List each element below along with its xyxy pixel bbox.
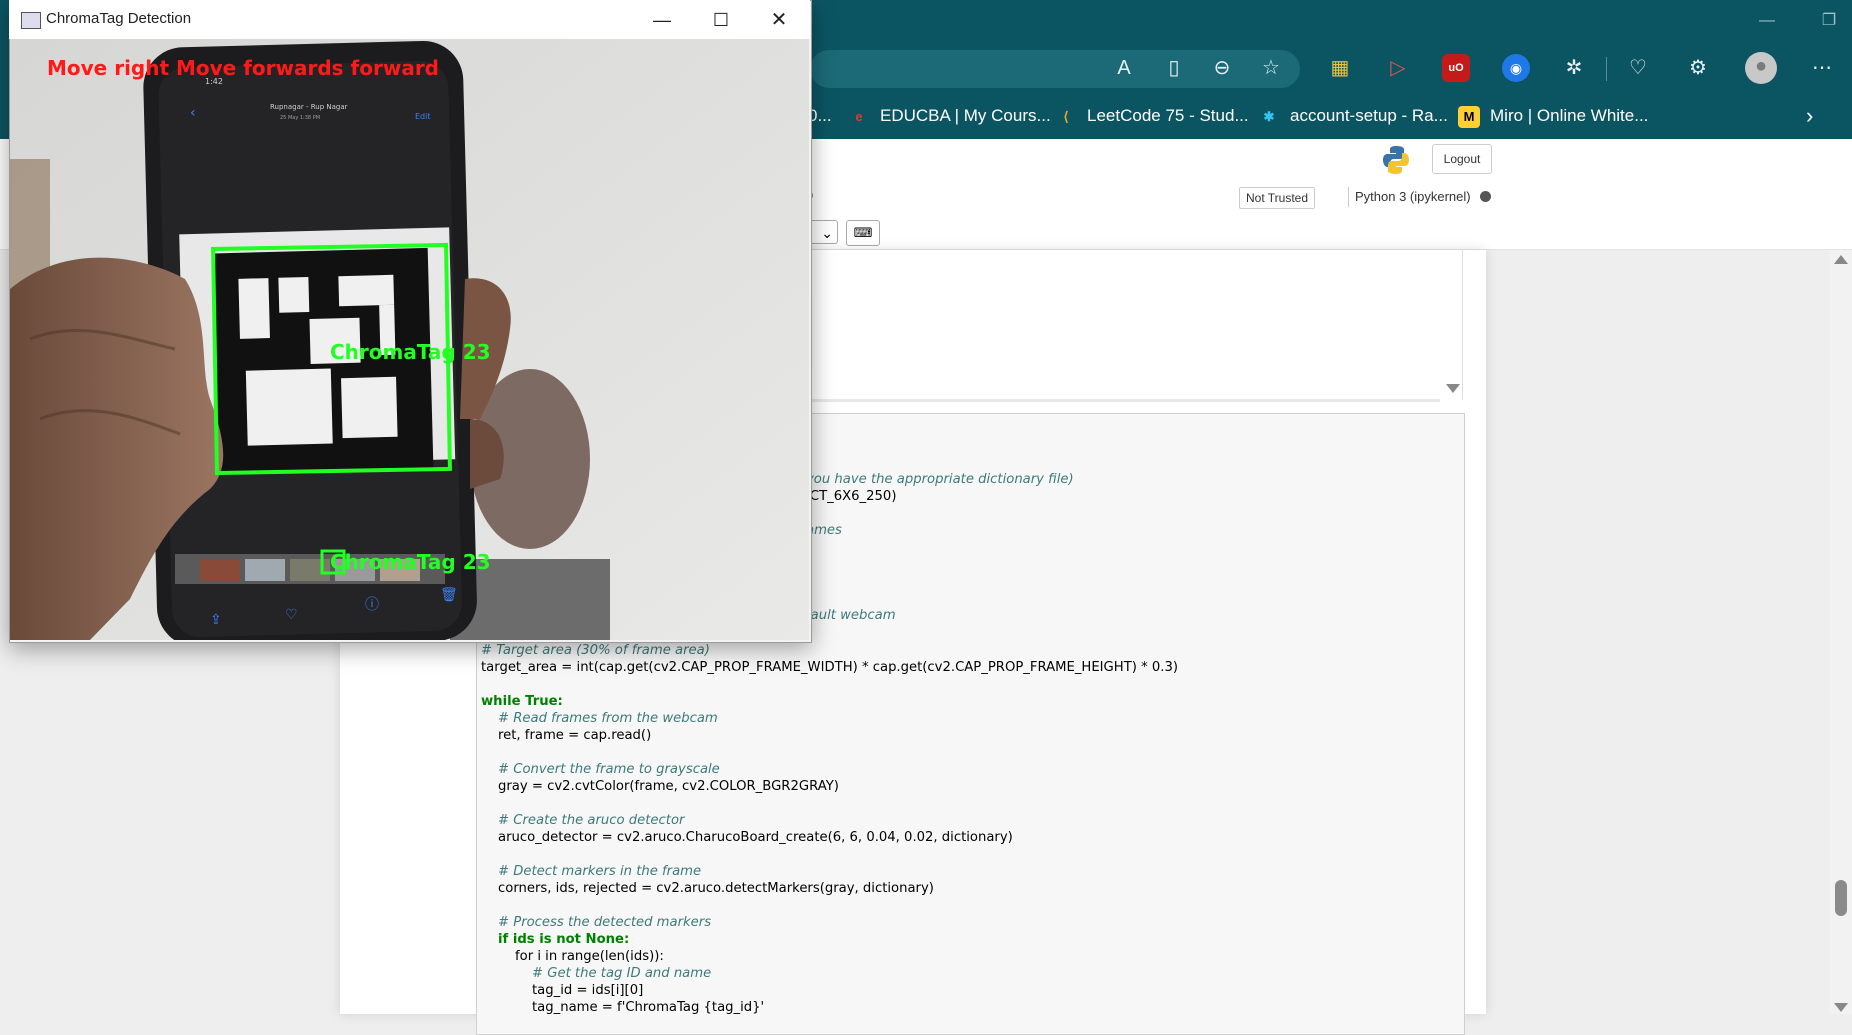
scrollbar-thumb[interactable] — [1835, 880, 1847, 916]
code-line: target_area = int(cap.get(cv2.CAP_PROP_F… — [481, 660, 1178, 675]
code-line: # Convert the frame to grayscale — [498, 762, 720, 777]
code-line: ICT_6X6_250) — [806, 489, 897, 504]
code-line: corners, ids, rejected = cv2.aruco.detec… — [498, 881, 934, 896]
scroll-down-icon[interactable] — [1834, 1003, 1848, 1012]
ublock-icon[interactable]: uO — [1442, 54, 1470, 82]
bookmark-item[interactable]: ✱ account-setup - Ra... — [1258, 100, 1448, 132]
bookmark-item[interactable]: ⟨ LeetCode 75 - Stud... — [1055, 100, 1248, 132]
extension-colorful-icon[interactable]: ▦ — [1326, 54, 1354, 82]
code-line: # Get the tag ID and name — [532, 966, 712, 981]
more-options-icon[interactable]: ⋯ — [1808, 54, 1836, 82]
toolbar-divider — [1606, 57, 1607, 81]
add-favorite-icon[interactable]: ☆ — [1257, 54, 1285, 82]
video-extension-icon[interactable]: ▷ — [1384, 54, 1412, 82]
output-divider — [810, 399, 1440, 402]
svg-text:ⓘ: ⓘ — [365, 597, 379, 613]
code-line: ret, frame = cap.read() — [498, 728, 652, 743]
window-maximize-button[interactable]: ☐ — [697, 4, 745, 36]
output-scroll-down-icon[interactable] — [1446, 384, 1460, 393]
slack-icon: ✱ — [1263, 108, 1275, 124]
kernel-name-label[interactable]: Python 3 (ipykernel) — [1348, 187, 1471, 207]
browser-essentials-icon[interactable]: ♡ — [1624, 54, 1652, 82]
audio-extension-icon[interactable]: ◉ — [1502, 54, 1530, 82]
code-line: if ids is not None: — [498, 932, 630, 947]
phone-header-title: Rupnagar - Rup Nagar — [270, 103, 348, 111]
leetcode-icon: ⟨ — [1063, 108, 1069, 124]
code-line: while True: — [481, 694, 563, 709]
svg-text:⇪: ⇪ — [210, 612, 222, 628]
code-line: # Process the detected markers — [498, 915, 712, 930]
code-line: tag_name = f'ChromaTag {tag_id}' — [532, 1000, 765, 1014]
window-close-button[interactable]: ✕ — [755, 4, 803, 36]
logout-button[interactable]: Logout — [1432, 144, 1492, 174]
code-line: for i in range(len(ids)): — [515, 949, 664, 964]
browser-minimize-button[interactable]: — — [1752, 8, 1782, 34]
zoom-out-icon[interactable]: ⊖ — [1208, 54, 1236, 82]
python-logo-icon — [1383, 146, 1409, 174]
miro-icon: M — [1458, 105, 1480, 128]
svg-text:♡: ♡ — [285, 607, 298, 623]
code-line: aruco_detector = cv2.aruco.CharucoBoard_… — [498, 830, 1013, 845]
code-line: # Target area (30% of frame area) — [481, 643, 710, 658]
bookmark-item[interactable]: e EDUCBA | My Cours... — [848, 100, 1050, 132]
phone-header-sub: 25 May 1:38 PM — [280, 115, 320, 121]
window-title: ChromaTag Detection — [46, 10, 192, 27]
code-line: fault webcam — [806, 608, 896, 623]
code-line: gray = cv2.cvtColor(frame, cv2.COLOR_BGR… — [498, 779, 839, 794]
reader-view-icon[interactable]: ▯ — [1160, 54, 1188, 82]
phone-edit: Edit — [415, 112, 431, 121]
window-app-icon — [21, 12, 41, 29]
profile-avatar[interactable]: ● — [1745, 52, 1777, 84]
tag-label-2: ChromaTag 23 — [330, 550, 491, 574]
code-line: # Read frames from the webcam — [498, 711, 718, 726]
extensions-icon[interactable]: ✲ — [1560, 54, 1588, 82]
code-line: tag_id = ids[i][0] — [532, 983, 644, 998]
svg-text:🗑: 🗑 — [440, 587, 458, 603]
cell-output-area — [810, 250, 1463, 400]
webcam-frame: ⇪ ♡ ⓘ 🗑 Rupnagar - Rup Nagar 25 May 1:38… — [10, 39, 809, 640]
code-line: # Create the aruco detector — [498, 813, 685, 828]
bookmarks-more-chevron-icon[interactable]: › — [1806, 100, 1813, 132]
educba-icon: e — [855, 108, 863, 124]
code-line: you have the appropriate dictionary file… — [806, 472, 1074, 487]
kernel-status-indicator — [1480, 191, 1491, 202]
webcam-image: ⇪ ♡ ⓘ 🗑 Rupnagar - Rup Nagar 25 May 1:38… — [10, 39, 809, 640]
scroll-up-icon[interactable] — [1834, 255, 1848, 264]
code-line: # Detect markers in the frame — [498, 864, 702, 879]
performance-icon[interactable]: ⚙ — [1684, 54, 1712, 82]
trust-status-button[interactable]: Not Trusted — [1239, 187, 1316, 209]
instruction-text: Move right Move forwards forward — [47, 56, 439, 80]
window-minimize-button[interactable]: — — [638, 4, 686, 36]
keyboard-shortcuts-icon[interactable]: ⌨ — [846, 220, 880, 246]
tag-label-1: ChromaTag 23 — [330, 340, 491, 364]
svg-text:‹: ‹ — [190, 105, 196, 121]
bookmark-item[interactable]: M Miro | Online White... — [1458, 100, 1648, 132]
browser-restore-button[interactable]: ❐ — [1814, 8, 1844, 34]
read-aloud-icon[interactable]: A — [1110, 54, 1138, 82]
